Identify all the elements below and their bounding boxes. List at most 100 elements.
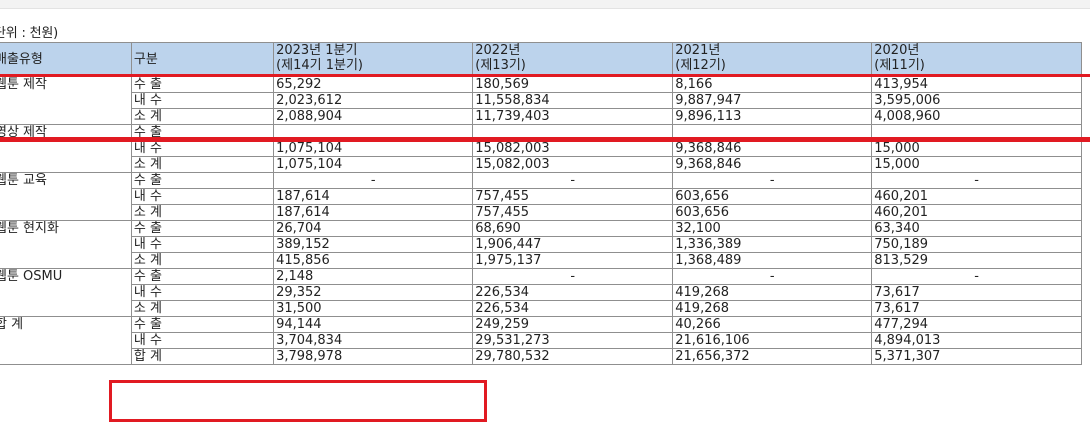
value-cell: 2,023,612 — [273, 92, 474, 109]
table-row: 웹툰 교육 수 출---- — [0, 172, 1082, 221]
value-cell: - — [871, 268, 1082, 285]
value-cell: 2,088,904 — [273, 108, 474, 125]
header-division: 구분 — [130, 42, 275, 77]
value-cell: 3,704,834 — [273, 332, 474, 349]
value-cell: 9,368,846 — [672, 156, 873, 173]
division-cell: 내 수 — [130, 284, 275, 301]
value-cell: 1,368,489 — [672, 252, 873, 269]
value-cell: 15,000 — [871, 140, 1082, 157]
division-cell: 소 계 — [130, 300, 275, 317]
header-period-2023q1: 2023년 1분기 (제14기 1분기) — [273, 42, 474, 77]
value-cell: 63,340 — [871, 220, 1082, 237]
value-cell: 40,266 — [672, 316, 873, 333]
category-cell: 웹툰 현지화 — [0, 220, 132, 269]
value-cell: - — [672, 172, 873, 189]
table-row: 소 계 31,500 226,534 419,268 73,617 — [0, 300, 1082, 317]
value-cell: 15,000 — [871, 156, 1082, 173]
category-cell: 웹툰 교육 — [0, 172, 132, 221]
value-cell: 419,268 — [672, 300, 873, 317]
value-cell: 9,368,846 — [672, 140, 873, 157]
table-row: 합 계 3,798,978 29,780,532 21,656,372 5,371,30… — [0, 348, 1082, 365]
value-cell: - — [472, 268, 674, 285]
value-cell: 31,500 — [273, 300, 474, 317]
value-cell: 2,148 — [273, 268, 474, 285]
value-cell: 73,617 — [871, 300, 1082, 317]
value-cell: 477,294 — [871, 316, 1082, 333]
value-cell: 1,075,104 — [273, 140, 474, 157]
value-cell — [273, 124, 474, 141]
header-period-2020: 2020년 (제11기) — [871, 42, 1082, 77]
division-cell: 내 수 — [130, 140, 275, 157]
table-row: 내 수 389,152 1,906,447 1,336,389 750,189 — [0, 236, 1082, 253]
division-cell: 수 출 — [130, 268, 275, 285]
value-cell: 419,268 — [672, 284, 873, 301]
value-cell: 226,534 — [472, 300, 674, 317]
table-row: 웹툰 OSMU 수 출 2,148- - - — [0, 268, 1082, 317]
value-cell: 4,894,013 — [871, 332, 1082, 349]
category-cell: 영상 제작 — [0, 124, 132, 173]
top-bar — [0, 0, 1090, 9]
category-cell: 합 계 — [0, 316, 132, 365]
value-cell: 3,798,978 — [273, 348, 474, 365]
unit-label: 단위 : 천원) — [0, 26, 58, 41]
division-cell: 내 수 — [130, 92, 275, 109]
value-cell: 3,595,006 — [871, 92, 1082, 109]
table-body: 웹툰 제작 수 출 65,292 180,569 8,166 413,954 내 수 2,02… — [0, 76, 1082, 365]
table-row: 영상 제작 수 출 — [0, 124, 1082, 173]
header-period-2022: 2022년 (제13기) — [472, 42, 674, 77]
table-row: 소 계 415,856 1,975,137 1,368,489 813,529 — [0, 252, 1082, 269]
value-cell: 757,455 — [472, 188, 674, 205]
header-row: 매출유형 구분 2023년 1분기(제14기 1분기) 2022년(제13기) … — [0, 42, 1082, 77]
header-period-2021: 2021년 (제12기) — [672, 42, 873, 77]
value-cell: 8,166 — [672, 76, 873, 93]
value-cell: 4,008,960 — [871, 108, 1082, 125]
division-cell: 소 계 — [130, 252, 275, 269]
value-cell: 813,529 — [871, 252, 1082, 269]
value-cell: 15,082,003 — [472, 156, 674, 173]
value-cell: 15,082,003 — [472, 140, 674, 157]
division-cell: 내 수 — [130, 236, 275, 253]
value-cell: 1,906,447 — [472, 236, 674, 253]
value-cell: 21,656,372 — [672, 348, 873, 365]
value-cell: 757,455 — [472, 204, 674, 221]
value-cell: 94,144 — [273, 316, 474, 333]
value-cell: - — [871, 172, 1082, 189]
division-cell: 내 수 — [130, 332, 275, 349]
value-cell: 11,739,403 — [472, 108, 674, 125]
value-cell: 9,896,113 — [672, 108, 873, 125]
division-cell: 소 계 — [130, 204, 275, 221]
value-cell: 249,259 — [472, 316, 674, 333]
value-cell: 187,614 — [273, 188, 474, 205]
division-cell: 수 출 — [130, 124, 275, 141]
value-cell: 1,075,104 — [273, 156, 474, 173]
value-cell: 65,292 — [273, 76, 474, 93]
table-row: 소 계 1,075,104 15,082,003 9,368,846 15,000 — [0, 156, 1082, 173]
division-cell: 내 수 — [130, 188, 275, 205]
value-cell: 603,656 — [672, 188, 873, 205]
value-cell: 68,690 — [472, 220, 674, 237]
division-cell: 수 출 — [130, 172, 275, 189]
value-cell: 389,152 — [273, 236, 474, 253]
table-row: 합 계수 출94,144249,25940,266477,294 — [0, 316, 1082, 365]
value-cell — [472, 124, 674, 141]
header-type: 매출유형 — [0, 42, 132, 77]
value-cell: 226,534 — [472, 284, 674, 301]
highlight-box-grand-total — [109, 380, 487, 422]
table-row: 내 수 29,352 226,534 419,268 73,617 — [0, 284, 1082, 301]
division-cell: 수 출 — [130, 220, 275, 237]
category-cell: 웹툰 OSMU — [0, 268, 132, 317]
value-cell: 460,201 — [871, 204, 1082, 221]
value-cell — [672, 124, 873, 141]
table-row: 웹툰 현지화 수 출 26,704 68,690 32,100 63,340 — [0, 220, 1082, 269]
revenue-table: 매출유형 구분 2023년 1분기(제14기 1분기) 2022년(제13기) … — [0, 42, 1082, 365]
value-cell: 21,616,106 — [672, 332, 873, 349]
value-cell: - — [273, 172, 474, 189]
table-row: 소 계 187,614 757,455 603,656 460,201 — [0, 204, 1082, 221]
value-cell: 180,569 — [472, 76, 674, 93]
value-cell: 73,617 — [871, 284, 1082, 301]
value-cell: 11,558,834 — [472, 92, 674, 109]
value-cell: 750,189 — [871, 236, 1082, 253]
value-cell: 413,954 — [871, 76, 1082, 93]
value-cell: 29,531,273 — [472, 332, 674, 349]
value-cell: 9,887,947 — [672, 92, 873, 109]
